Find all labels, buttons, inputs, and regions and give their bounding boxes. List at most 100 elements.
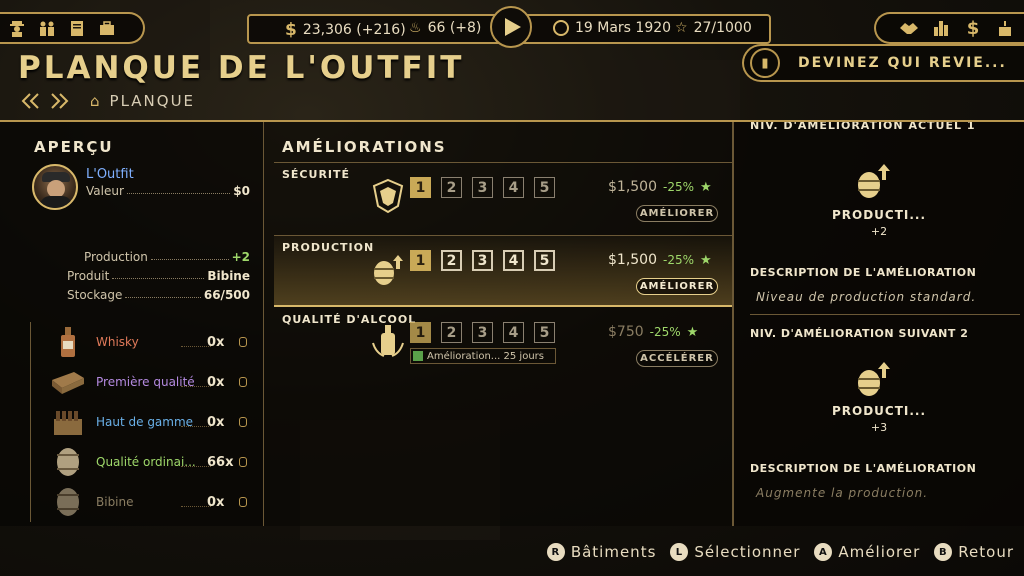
next-description: Augmente la production. — [756, 486, 929, 500]
barrel-icon — [51, 447, 85, 477]
barrel-icon — [51, 487, 85, 517]
select-hint[interactable]: L Sélectionner — [670, 543, 800, 561]
level-box: 1 — [410, 322, 431, 343]
security-badge-icon — [372, 178, 404, 214]
product-name: Whisky — [96, 335, 139, 349]
level-box: 2 — [441, 250, 462, 271]
improvements-panel: AMÉLIORATIONS SÉCURITÉ 1 2 3 4 5 $1,500 … — [264, 122, 734, 526]
owner-name: L'Outfit — [86, 167, 134, 182]
barrel-icon — [239, 417, 247, 427]
breadcrumb: ⌂ PLANQUE — [90, 92, 196, 110]
progress-fill — [413, 351, 423, 361]
current-upgrade-value: +2 — [870, 225, 888, 238]
upgrade-progress-bar: Amélioration... 25 jours — [410, 348, 556, 364]
level-track: 1 2 3 4 5 — [410, 322, 555, 343]
product-name: Première qualité — [96, 375, 195, 389]
level-box: 1 — [410, 177, 431, 198]
play-icon — [505, 18, 521, 36]
list-item[interactable]: Haut de gamme 0x — [31, 402, 260, 442]
upgrade-button[interactable]: AMÉLIORER — [636, 205, 718, 222]
overview-panel: APERÇU L'Outfit Valeur $0 Production +2 … — [0, 122, 264, 526]
level-box: 4 — [503, 177, 524, 198]
page-title: PLANQUE DE L'OUTFIT — [18, 50, 465, 86]
upgrade-price: $750 -25% ★ — [608, 324, 699, 340]
product-row: Produit Bibine — [67, 269, 250, 283]
level-box: 3 — [472, 250, 493, 271]
house-icon: ⌂ — [90, 92, 102, 110]
mission-tracker[interactable]: ▮ DEVINEZ QUI REVIE... — [742, 44, 1024, 82]
star-discount-icon: ★ — [686, 324, 699, 340]
arrows-icon — [21, 93, 69, 109]
dollar-icon[interactable]: $ — [962, 17, 984, 39]
bottle-crate-icon — [51, 407, 85, 437]
mission-book-icon: ▮ — [750, 48, 780, 78]
building-switch-arrows[interactable] — [20, 92, 70, 115]
product-name: Haut de gamme — [96, 415, 194, 429]
next-level-heading: NIV. D'AMÉLIORATION SUIVANT 2 — [750, 327, 969, 340]
details-panel: NIV. D'AMÉLIORATION ACTUEL 1 PRODUCTI...… — [734, 122, 1024, 526]
level-box: 5 — [534, 177, 555, 198]
list-item[interactable]: Bibine 0x — [31, 482, 260, 522]
improvement-row-security[interactable]: SÉCURITÉ 1 2 3 4 5 $1,500 -25% ★ AMÉLIOR… — [274, 162, 732, 234]
product-qty: 0x — [207, 414, 225, 430]
cake-icon[interactable] — [994, 17, 1016, 39]
current-description: Niveau de production standard. — [756, 290, 977, 304]
divider — [750, 314, 1020, 315]
level-box: 3 — [472, 322, 493, 343]
handshake-icon[interactable] — [898, 17, 920, 39]
l-button-icon: L — [670, 543, 689, 561]
accelerate-button[interactable]: ACCÉLÉRER — [636, 350, 718, 367]
level-box: 5 — [534, 322, 555, 343]
product-list: Whisky 0x Première qualité 0x Haut de ga… — [30, 322, 260, 522]
description-heading: DESCRIPTION DE L'AMÉLIORATION — [750, 266, 977, 279]
list-item[interactable]: Qualité ordinai... 66x — [31, 442, 260, 482]
level-box: 4 — [503, 322, 524, 343]
mission-text: DEVINEZ QUI REVIE... — [798, 55, 1007, 71]
controller-hints: R Bâtiments L Sélectionner A Améliorer B… — [546, 543, 1014, 561]
buildings-hint[interactable]: R Bâtiments — [546, 543, 657, 561]
ledger-icon[interactable] — [66, 17, 88, 39]
level-box: 3 — [472, 177, 493, 198]
briefcase-icon[interactable] — [96, 17, 118, 39]
list-item[interactable]: Whisky 0x — [31, 322, 260, 362]
current-level-heading: NIV. D'AMÉLIORATION ACTUEL 1 — [750, 122, 976, 132]
barrel-production-icon — [858, 164, 890, 198]
product-qty: 0x — [207, 334, 225, 350]
b-button-icon: B — [934, 543, 953, 561]
heat-stat: ♨ 66 (+8) — [409, 20, 482, 36]
current-upgrade-name: PRODUCTI... — [831, 208, 927, 222]
overview-heading: APERÇU — [34, 138, 114, 156]
boss-icon[interactable] — [6, 17, 28, 39]
barrel-icon — [239, 497, 247, 507]
heat-icon: ♨ — [409, 20, 422, 36]
improvements-heading: AMÉLIORATIONS — [282, 138, 447, 156]
product-name: Bibine — [96, 495, 134, 509]
product-qty: 66x — [207, 454, 234, 470]
avatar — [32, 164, 78, 210]
level-box: 2 — [441, 322, 462, 343]
top-right-menu: $ — [874, 12, 1024, 44]
upgrade-hint[interactable]: A Améliorer — [814, 543, 920, 561]
improvement-title: PRODUCTION — [282, 241, 375, 254]
level-box: 4 — [503, 250, 524, 271]
next-upgrade-value: +3 — [870, 421, 888, 434]
upgrade-button[interactable]: AMÉLIORER — [636, 278, 718, 295]
top-left-menu — [0, 12, 145, 44]
star-icon: ☆ — [675, 20, 688, 36]
city-icon[interactable] — [930, 17, 952, 39]
barrel-production-icon — [374, 255, 403, 285]
play-button[interactable] — [490, 6, 532, 48]
improvement-row-production[interactable]: PRODUCTION 1 2 3 4 5 $1,500 -25% ★ AMÉLI… — [274, 235, 732, 307]
barrel-icon — [239, 377, 247, 387]
improvement-row-quality[interactable]: QUALITÉ D'ALCOOL 1 2 3 4 5 $750 -25% ★ A… — [274, 308, 732, 380]
level-track: 1 2 3 4 5 — [410, 250, 555, 271]
level-box: 5 — [534, 250, 555, 271]
bottle-quality-icon — [372, 325, 404, 357]
back-hint[interactable]: B Retour — [934, 543, 1014, 561]
improvement-title: SÉCURITÉ — [282, 168, 351, 181]
product-qty: 0x — [207, 374, 225, 390]
upgrade-price: $1,500 -25% ★ — [608, 179, 712, 195]
whisky-bottle-icon — [51, 327, 85, 357]
crew-icon[interactable] — [36, 17, 58, 39]
list-item[interactable]: Première qualité 0x — [31, 362, 260, 402]
